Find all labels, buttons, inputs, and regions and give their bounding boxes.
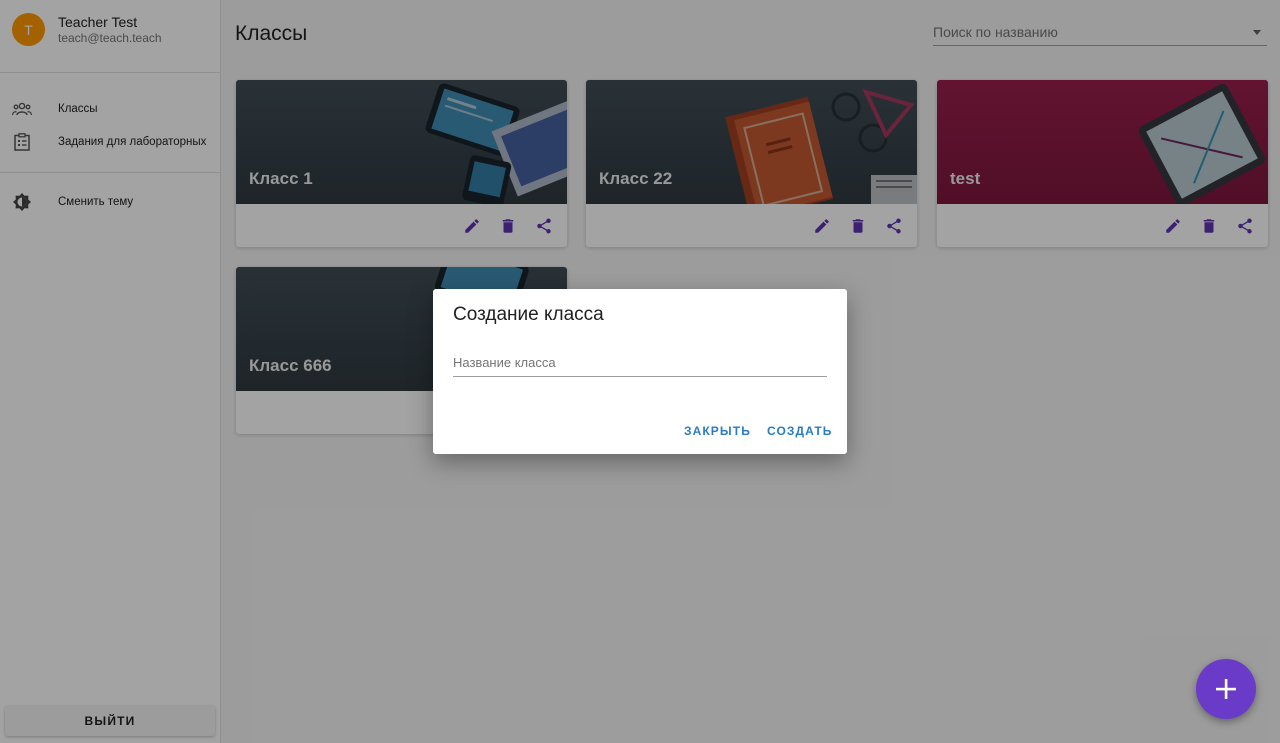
add-class-button[interactable] xyxy=(1196,659,1256,719)
create-class-dialog: Создание класса Название класса ЗАКРЫТЬ … xyxy=(433,289,847,454)
create-button[interactable]: СОЗДАТЬ xyxy=(767,424,833,438)
plus-icon xyxy=(1216,679,1236,699)
class-name-input[interactable]: Название класса xyxy=(453,351,827,377)
class-name-input-label: Название класса xyxy=(453,355,556,370)
dialog-title: Создание класса xyxy=(453,304,604,325)
close-button[interactable]: ЗАКРЫТЬ xyxy=(684,424,751,438)
